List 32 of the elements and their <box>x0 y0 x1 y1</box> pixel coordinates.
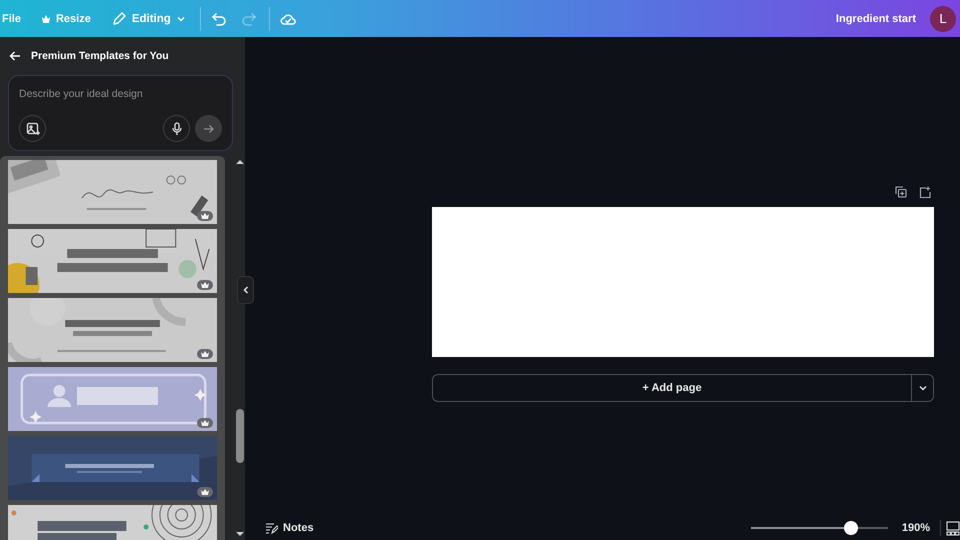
panel-title: Premium Templates for You <box>31 50 169 62</box>
prompt-field[interactable]: Describe your ideal design <box>19 88 222 100</box>
collapse-panel-button[interactable] <box>237 276 254 304</box>
crown-icon <box>40 14 51 24</box>
chevron-down-icon <box>918 383 928 393</box>
add-page-icon[interactable] <box>919 186 931 198</box>
duplicate-page-icon[interactable] <box>895 186 907 198</box>
crown-icon <box>197 211 214 221</box>
arrow-right-icon <box>202 122 214 134</box>
notes-button[interactable]: Notes <box>265 522 314 534</box>
scroll-down-icon[interactable] <box>235 530 246 538</box>
crown-icon <box>197 349 214 359</box>
add-image-button[interactable] <box>19 115 46 142</box>
microphone-icon <box>170 122 182 136</box>
crown-icon <box>197 418 214 428</box>
undo-icon[interactable] <box>210 10 227 26</box>
crown-icon <box>197 280 214 290</box>
chevron-left-icon <box>242 285 250 295</box>
zoom-percentage[interactable]: 190% <box>902 522 930 534</box>
scroll-up-icon[interactable] <box>235 158 246 166</box>
page-grid-icon[interactable] <box>946 520 960 536</box>
send-button[interactable] <box>195 115 222 142</box>
avatar[interactable]: L <box>930 6 956 32</box>
back-arrow-icon[interactable] <box>9 50 21 62</box>
image-icon <box>26 122 40 136</box>
microphone-button[interactable] <box>163 115 190 142</box>
document-title[interactable]: Ingredient start <box>836 12 916 24</box>
crown-icon <box>197 487 214 497</box>
slider-thumb[interactable] <box>844 521 858 535</box>
notes-icon <box>265 522 278 534</box>
pencil-icon <box>110 10 127 26</box>
scrollbar-thumb[interactable] <box>236 409 244 463</box>
